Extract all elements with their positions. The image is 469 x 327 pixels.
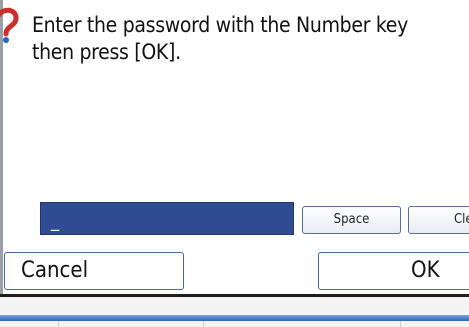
prompt-line-1: Enter the password with the Number key bbox=[32, 13, 408, 37]
ok-button[interactable]: OK bbox=[318, 252, 469, 290]
prompt-line-2: then press [OK]. bbox=[32, 40, 181, 64]
strip-divider bbox=[203, 321, 204, 327]
password-input[interactable]: _ bbox=[40, 202, 294, 235]
space-button[interactable]: Space bbox=[302, 206, 401, 234]
cancel-button[interactable]: Cancel bbox=[4, 252, 184, 290]
question-icon bbox=[0, 7, 19, 43]
dialog-left-border bbox=[0, 0, 3, 312]
prompt-message: Enter the password with the Number key t… bbox=[32, 12, 469, 66]
password-dialog: Enter the password with the Number key t… bbox=[0, 0, 469, 327]
clear-button[interactable]: Cle bbox=[408, 206, 469, 234]
status-bar bbox=[0, 315, 469, 321]
strip-divider bbox=[58, 321, 59, 327]
status-strip bbox=[0, 297, 469, 327]
strip-divider bbox=[400, 321, 401, 327]
password-value: _ bbox=[51, 211, 60, 232]
